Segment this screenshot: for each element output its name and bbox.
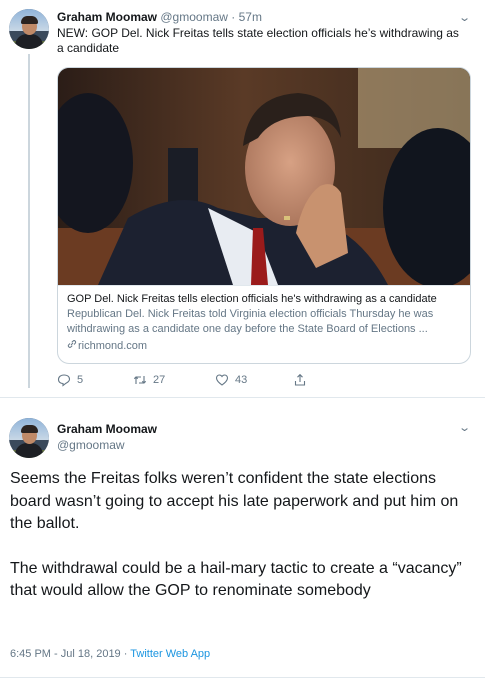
avatar[interactable] [9, 418, 49, 458]
retweet-count: 27 [153, 374, 166, 386]
tweet-paragraph: Seems the Freitas folks weren’t confiden… [10, 470, 459, 532]
author-handle[interactable]: @gmoomaw [57, 437, 157, 453]
card-title: GOP Del. Nick Freitas tells election off… [67, 293, 437, 305]
tweet-header: Graham Moomaw @gmoomaw [57, 421, 157, 453]
reply-count: 5 [77, 374, 84, 386]
author-name[interactable]: Graham Moomaw [57, 10, 157, 24]
share-button[interactable] [293, 371, 307, 389]
tweet-text: NEW: GOP Del. Nick Freitas tells state e… [57, 26, 459, 55]
avatar[interactable] [9, 9, 49, 49]
card-domain-text: richmond.com [78, 340, 148, 352]
like-button[interactable]: 43 [215, 371, 247, 389]
link-card[interactable]: GOP Del. Nick Freitas tells election off… [57, 67, 471, 364]
heart-icon [215, 374, 229, 386]
tweet-meta: 6:45 PM - Jul 18, 2019 · Twitter Web App [10, 647, 210, 662]
separator: · [231, 10, 236, 24]
retweet-icon [133, 376, 147, 384]
tweet-text: Seems the Freitas folks weren’t confiden… [10, 468, 475, 603]
tweet-header: Graham Moomaw @gmoomaw · 57m [57, 9, 262, 25]
card-body: GOP Del. Nick Freitas tells election off… [58, 285, 470, 363]
bottom-divider [0, 677, 485, 678]
author-name[interactable]: Graham Moomaw [57, 422, 157, 436]
separator: · [123, 648, 128, 660]
tweet-time[interactable]: 57m [239, 10, 262, 24]
chevron-down-icon[interactable]: ⌄ [458, 421, 471, 434]
tweet-source-link[interactable]: Twitter Web App [130, 648, 210, 660]
retweet-button[interactable]: 27 [133, 371, 165, 389]
reply-icon [57, 374, 71, 387]
like-count: 43 [235, 374, 248, 386]
tweet-timestamp[interactable]: 6:45 PM - Jul 18, 2019 [10, 648, 121, 660]
author-handle[interactable]: @gmoomaw [160, 10, 228, 24]
chevron-down-icon[interactable]: ⌄ [458, 11, 471, 24]
tweet-divider [0, 397, 485, 398]
card-description: Republican Del. Nick Freitas told Virgin… [67, 308, 434, 335]
share-icon [294, 373, 306, 386]
tweet-1[interactable]: Graham Moomaw @gmoomaw · 57m ⌄ NEW: GOP … [0, 0, 485, 397]
tweet-paragraph: The withdrawal could be a hail-mary tact… [10, 559, 462, 600]
reply-button[interactable]: 5 [57, 371, 83, 389]
tweet-actions: 5 27 43 [57, 371, 357, 389]
link-icon [67, 339, 78, 354]
thread-connector-line [28, 54, 30, 388]
card-image [58, 68, 470, 285]
card-domain: richmond.com [67, 339, 461, 354]
